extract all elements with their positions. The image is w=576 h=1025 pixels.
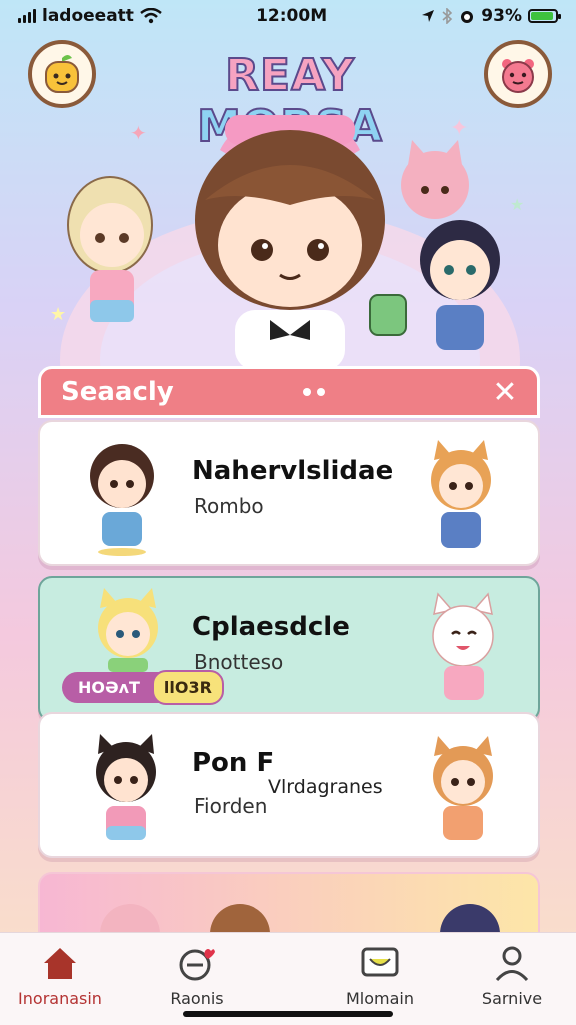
- white-cat-avatar-icon: [432, 592, 494, 700]
- title-word-1: REAY: [224, 49, 355, 102]
- hero-illustration: ✦ ✦ ★ ★: [50, 115, 524, 370]
- status-bar: ladoeeatt 12:00M 93%: [0, 0, 576, 32]
- badge-ribbon: HOƏʌT llO3R: [62, 669, 224, 705]
- list-item[interactable]: Nahervlslidae Rombo: [38, 420, 540, 566]
- brown-cat-avatar-icon: [210, 904, 270, 934]
- message-icon: [361, 947, 399, 977]
- panel-title: Seaacly: [61, 377, 174, 407]
- battery-percent: 93%: [481, 6, 522, 26]
- tab-label: Sarnive: [481, 989, 543, 1008]
- card-title: Nahervlslidae: [192, 456, 394, 486]
- list-panel: Seaacly ✕ Nahervlslidae Rombo Cplaesdcle…: [38, 366, 540, 952]
- card-subtitle: Rombo: [194, 494, 264, 518]
- svg-text:★: ★: [50, 304, 66, 325]
- pink-cat-avatar-icon: [100, 904, 160, 934]
- card-title: Pon F: [192, 748, 275, 778]
- carrier-name: ladoeeatt: [42, 6, 134, 26]
- svg-text:✦: ✦: [130, 121, 147, 145]
- tab-messages[interactable]: Mlomain: [320, 939, 440, 1019]
- home-indicator: [183, 1011, 393, 1017]
- panel-header: Seaacly ✕: [38, 366, 540, 418]
- cat-girl-avatar-icon: [431, 440, 491, 548]
- right-avatar-button[interactable]: [484, 40, 552, 108]
- close-button[interactable]: ✕: [487, 375, 523, 411]
- signal-icon: [18, 9, 36, 23]
- svg-text:✦: ✦: [450, 116, 468, 141]
- bluetooth-icon: [442, 8, 453, 24]
- page-dots: [303, 388, 325, 396]
- girl-avatar-icon: [90, 444, 154, 556]
- speech-heart-icon: [179, 949, 215, 981]
- svg-text:★: ★: [510, 195, 524, 214]
- badge-right: llO3R: [151, 669, 224, 705]
- battery-icon: [527, 9, 561, 23]
- location-icon: [422, 10, 435, 22]
- profile-icon: [495, 946, 529, 982]
- alarm-icon: [461, 11, 474, 23]
- tab-label: Inoranasin: [18, 989, 102, 1008]
- tab-reports[interactable]: Raonis: [137, 939, 257, 1019]
- tab-profile[interactable]: Sarnive: [452, 939, 572, 1019]
- blonde-cat-avatar-icon: [98, 588, 158, 672]
- navy-cat-avatar-icon: [440, 904, 500, 934]
- fruit-face-icon: [45, 55, 79, 93]
- tab-label: Raonis: [170, 989, 224, 1008]
- pink-creature-icon: [502, 59, 534, 93]
- list-item[interactable]: Cplaesdcle Bnotteso HOƏʌT llO3R: [38, 576, 540, 722]
- list-item[interactable]: Pon F Fiorden Vlrdagranes: [38, 712, 540, 858]
- tab-home[interactable]: Inoranasin: [0, 939, 120, 1019]
- wifi-icon: [140, 8, 162, 24]
- house-icon: [44, 948, 76, 979]
- character-right-top: [401, 140, 469, 219]
- card-subtitle-secondary: Vlrdagranes: [268, 776, 383, 798]
- card-title: Cplaesdcle: [192, 612, 350, 642]
- left-avatar-button[interactable]: [28, 40, 96, 108]
- dark-cat-girl-avatar-icon: [96, 734, 156, 840]
- tab-label: Mlomain: [345, 989, 414, 1008]
- orange-cat-girl-avatar-icon: [433, 736, 493, 840]
- clock: 12:00M: [256, 6, 328, 26]
- card-subtitle: Fiorden: [194, 794, 268, 818]
